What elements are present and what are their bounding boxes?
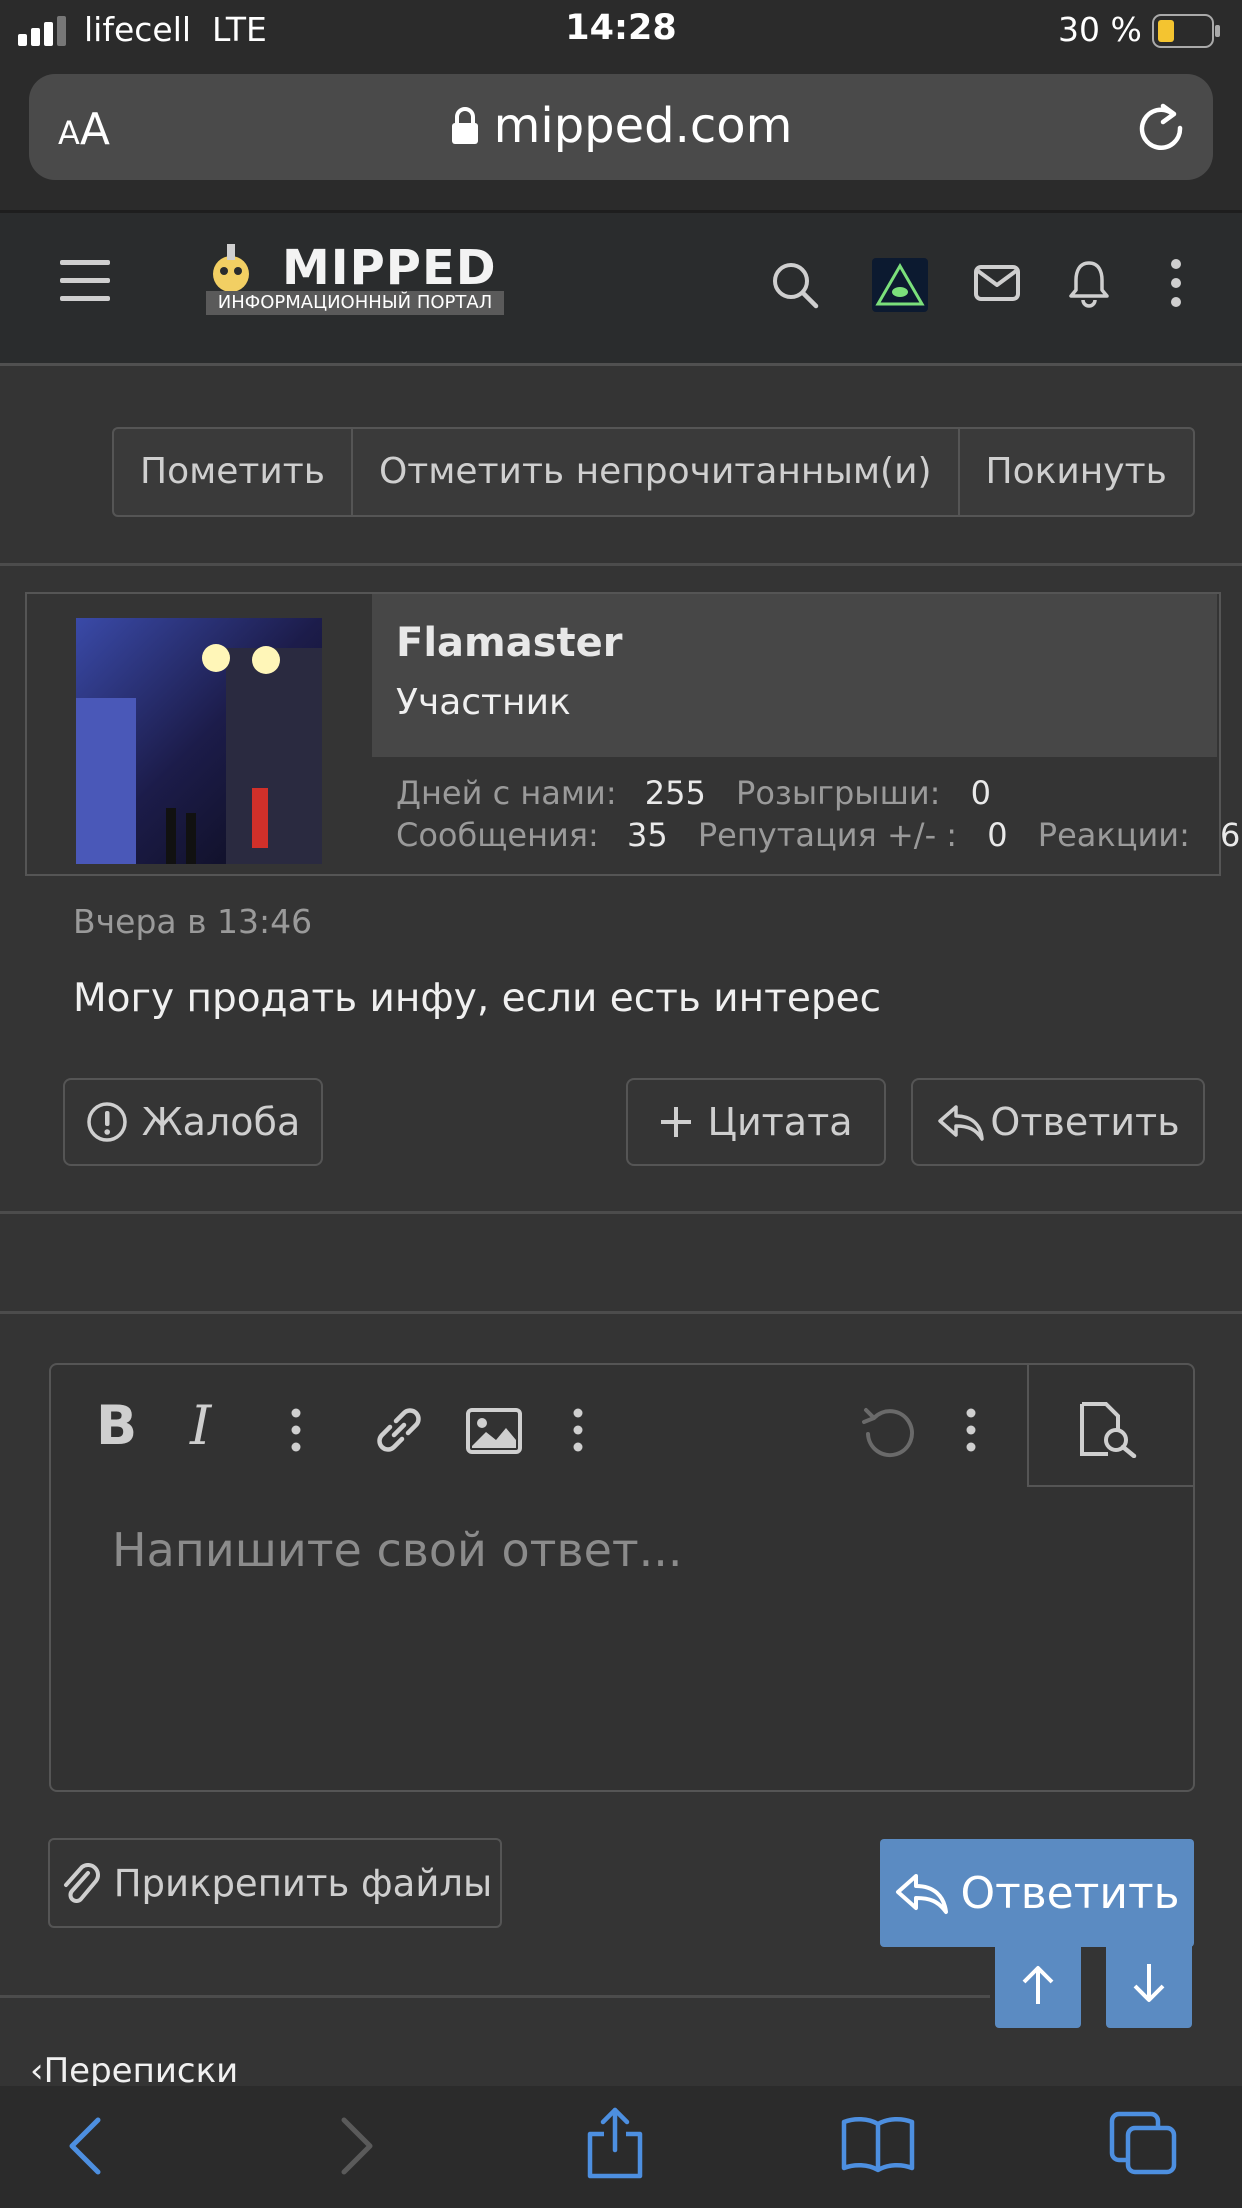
more-icon[interactable] <box>1168 258 1184 308</box>
author-name[interactable]: Flamaster <box>396 620 622 666</box>
logo-icon[interactable] <box>207 244 255 296</box>
more-actions-icon[interactable] <box>965 1408 977 1452</box>
search-icon[interactable] <box>770 260 820 310</box>
share-icon[interactable] <box>584 2106 646 2180</box>
breadcrumb-label: Переписки <box>43 2051 239 2091</box>
url-text: mipped.com <box>493 98 793 154</box>
arrow-down-icon <box>1133 1964 1165 2002</box>
reactions-value: 6 <box>1220 816 1241 854</box>
battery-icon <box>1152 14 1220 48</box>
author-avatar[interactable] <box>76 618 322 864</box>
post-reply-button[interactable]: Ответить <box>911 1078 1205 1166</box>
italic-icon[interactable]: I <box>190 1394 211 1457</box>
reactions-label: Реакции: <box>1037 816 1190 854</box>
link-icon[interactable] <box>370 1403 428 1459</box>
user-header <box>372 594 1217 757</box>
scroll-down-button[interactable] <box>1106 1940 1192 2028</box>
days-value: 255 <box>644 774 706 812</box>
clock: 14:28 <box>565 8 677 48</box>
reload-icon[interactable] <box>1136 98 1186 154</box>
messages-value: 35 <box>626 816 668 854</box>
mail-icon[interactable] <box>974 264 1020 302</box>
giveaways-value: 0 <box>970 774 991 812</box>
post-timestamp[interactable]: Вчера в 13:46 <box>73 902 312 941</box>
divider <box>0 563 1242 566</box>
days-label: Дней с нами: <box>396 774 617 812</box>
author-role: Участник <box>396 682 571 723</box>
divider <box>0 1995 990 1998</box>
divider <box>0 1211 1242 1214</box>
preview-icon <box>1080 1402 1137 1458</box>
logo-subtitle: ИНФОРМАЦИОННЫЙ ПОРТАЛ <box>206 291 504 315</box>
status-bar: lifecell LTE 14:28 30 % <box>0 0 1242 62</box>
reply-icon <box>938 1105 985 1141</box>
lock-icon <box>451 107 478 144</box>
back-chevron-icon: ‹ <box>30 2051 44 2091</box>
reputation-label: Репутация +/- : <box>697 816 958 854</box>
menu-icon[interactable] <box>60 258 112 304</box>
forward-icon[interactable] <box>336 2116 376 2176</box>
more-insert-icon[interactable] <box>572 1408 584 1452</box>
reply-input[interactable]: Напишите свой ответ... <box>112 1523 683 1577</box>
reputation-value: 0 <box>987 816 1008 854</box>
messages-label: Сообщения: <box>396 816 599 854</box>
battery-percent: 30 % <box>1058 10 1142 49</box>
paperclip-icon <box>63 1863 100 1903</box>
report-label: Жалоба <box>141 1100 301 1144</box>
mark-unread-button[interactable]: Отметить непрочитанным(и) <box>353 429 960 515</box>
leave-button[interactable]: Покинуть <box>960 429 1193 515</box>
site-header <box>0 210 1242 366</box>
thread-actions: Пометить Отметить непрочитанным(и) Покин… <box>112 427 1195 517</box>
quote-label: Цитата <box>707 1100 853 1144</box>
post-reply-label: Ответить <box>990 1100 1180 1144</box>
scroll-up-button[interactable] <box>995 1940 1081 2028</box>
submit-reply-label: Ответить <box>960 1867 1180 1919</box>
bold-icon[interactable]: B <box>96 1394 137 1457</box>
avatar[interactable] <box>872 258 928 312</box>
report-button[interactable]: Жалоба <box>63 1078 323 1166</box>
reply-editor <box>49 1363 1195 1792</box>
alert-icon <box>87 1102 127 1142</box>
undo-icon[interactable] <box>860 1404 916 1458</box>
image-icon[interactable] <box>466 1408 522 1454</box>
divider <box>0 1311 1242 1314</box>
breadcrumb[interactable]: ‹Переписки <box>30 2051 238 2091</box>
more-options-icon[interactable] <box>290 1408 302 1452</box>
arrow-up-icon <box>1022 1966 1054 2004</box>
quote-button[interactable]: Цитата <box>626 1078 886 1166</box>
plus-icon <box>661 1107 692 1137</box>
back-icon[interactable] <box>66 2116 106 2176</box>
post-message: Могу продать инфу, если есть интерес <box>73 976 882 1021</box>
tabs-icon[interactable] <box>1108 2110 1178 2176</box>
attach-files-button[interactable]: Прикрепить файлы <box>48 1838 502 1928</box>
attach-files-label: Прикрепить файлы <box>113 1861 493 1905</box>
bell-icon[interactable] <box>1068 258 1110 308</box>
reply-arrow-icon <box>896 1874 949 1914</box>
giveaways-label: Розыгрыши: <box>736 774 941 812</box>
submit-reply-button[interactable]: Ответить <box>880 1839 1194 1947</box>
logo-title[interactable]: MIPPED <box>282 240 497 296</box>
bookmarks-icon[interactable] <box>840 2114 916 2174</box>
mark-button[interactable]: Пометить <box>114 429 353 515</box>
